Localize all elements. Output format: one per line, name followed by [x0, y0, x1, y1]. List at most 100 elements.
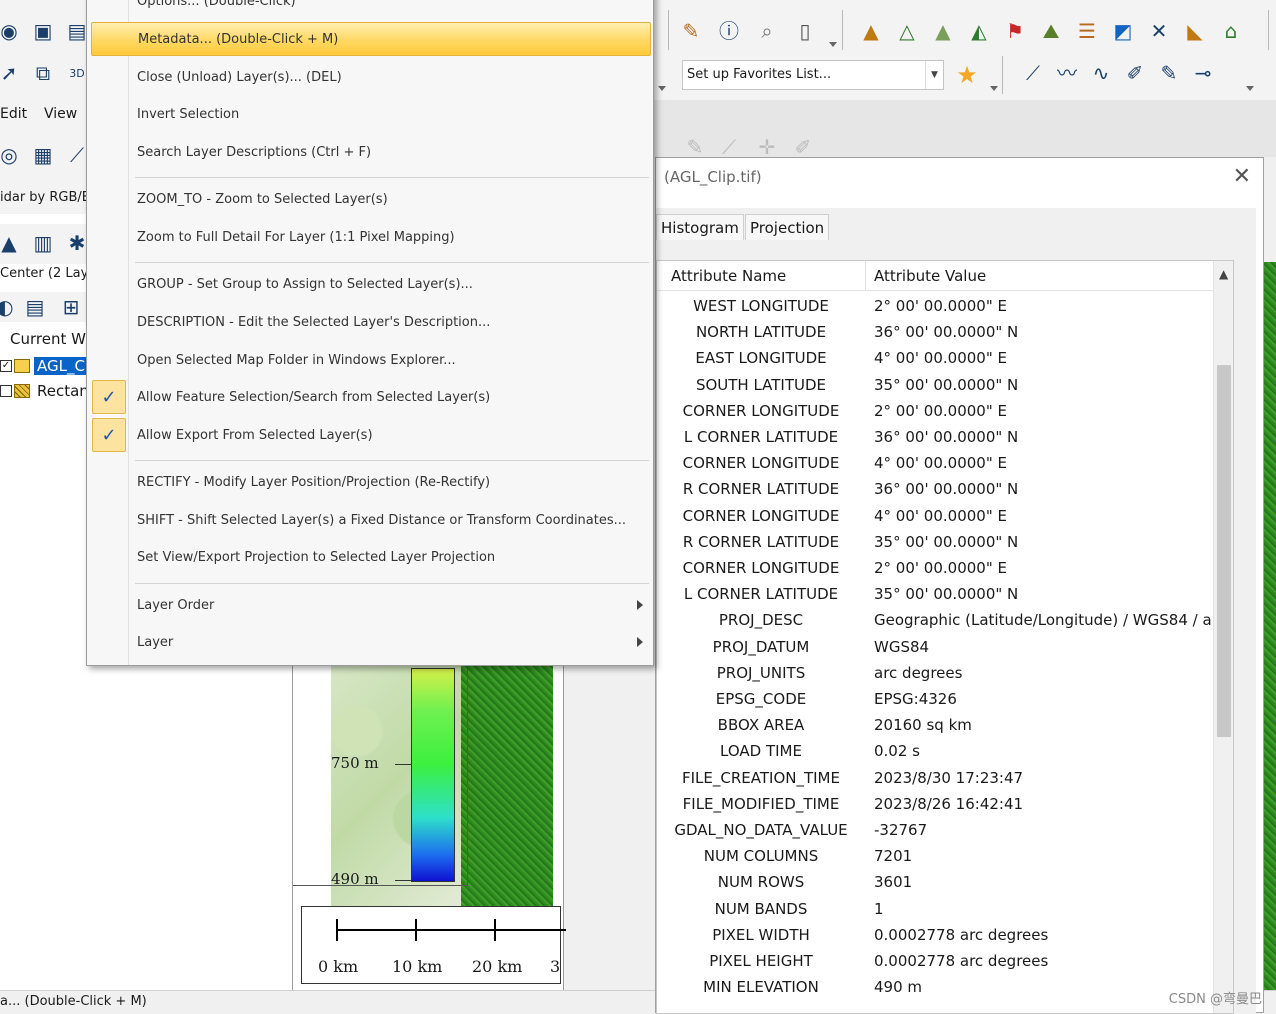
menu-item[interactable]: DESCRIPTION - Edit the Selected Layer's …	[87, 305, 653, 339]
column-header-name[interactable]: Attribute Name	[671, 267, 786, 285]
attribute-row[interactable]: NUM BANDS 1	[657, 896, 1233, 922]
close-icon[interactable]: ✕	[1233, 164, 1251, 189]
scroll-up-icon[interactable]: ▲	[1219, 267, 1228, 281]
attribute-row[interactable]: FILE_CREATION_TIME 2023/8/30 17:23:47	[657, 765, 1233, 791]
attribute-row[interactable]: PROJ_UNITS arc degrees	[657, 660, 1233, 686]
attribute-row[interactable]: CORNER LONGITUDE 2° 00' 00.0000" E	[657, 398, 1233, 424]
star-icon[interactable]: ★	[952, 60, 982, 90]
style-selector[interactable]: idar by RGB/E	[0, 190, 86, 214]
edit-line-icon[interactable]: ✐	[1120, 58, 1150, 88]
menu-item[interactable]: Close (Unload) Layer(s)... (DEL)	[87, 60, 653, 94]
menu-item[interactable]: Layer	[87, 625, 653, 659]
edit-terrain-icon[interactable]: ◣	[1180, 16, 1210, 46]
attribute-row[interactable]: CORNER LONGITUDE 4° 00' 00.0000" E	[657, 503, 1233, 529]
menu-view[interactable]: View	[44, 106, 77, 122]
search-doc-icon[interactable]: ⌕	[752, 16, 782, 46]
attribute-row[interactable]: L CORNER LATITUDE 36° 00' 00.0000" N	[657, 424, 1233, 450]
save-icon[interactable]: ▣	[28, 16, 58, 46]
attribute-row[interactable]: NUM ROWS 3601	[657, 869, 1233, 895]
menu-item[interactable]: ZOOM_TO - Zoom to Selected Layer(s)	[87, 182, 653, 216]
attribute-row[interactable]: PIXEL HEIGHT 0.0002778 arc degrees	[657, 948, 1233, 974]
globe-icon[interactable]: ◉	[0, 16, 24, 46]
attribute-row[interactable]: GDAL_NO_DATA_VALUE -32767	[657, 817, 1233, 843]
attribute-row[interactable]: MIN ELEVATION 490 m	[657, 974, 1233, 1000]
flag-icon[interactable]: ⚑	[1000, 16, 1030, 46]
info-icon[interactable]: ⓘ	[714, 16, 744, 46]
attribute-row[interactable]: LOAD TIME 0.02 s	[657, 738, 1233, 764]
tab-histogram[interactable]: Histogram	[656, 214, 744, 240]
menu-item[interactable]: Zoom to Full Detail For Layer (1:1 Pixel…	[87, 220, 653, 254]
tab-projection[interactable]: Projection	[745, 214, 830, 240]
select-icon[interactable]: ⧉	[28, 58, 58, 88]
attribute-value: 0.0002778 arc degrees	[874, 952, 1049, 970]
menu-item[interactable]: RECTIFY - Modify Layer Position/Projecti…	[87, 465, 653, 499]
layers-icon[interactable]: ☰	[1072, 16, 1102, 46]
menu-item[interactable]: Set View/Export Projection to Selected L…	[87, 540, 653, 574]
menu-item[interactable]: Allow Feature Selection/Search from Sele…	[87, 380, 653, 414]
ruler-icon[interactable]: ✎	[676, 16, 706, 46]
terrain-icon[interactable]: ▲	[0, 228, 24, 258]
scale-label: 10 km	[392, 957, 443, 976]
attribute-row[interactable]: FILE_MODIFIED_TIME 2023/8/26 16:42:41	[657, 791, 1233, 817]
favorites-select[interactable]: Set up Favorites List... ▼	[682, 60, 944, 90]
watershed-icon[interactable]: ▲	[928, 16, 958, 46]
building-icon[interactable]: ▥	[28, 228, 58, 258]
draw-curve-icon[interactable]: ∿	[1086, 58, 1116, 88]
profile-icon[interactable]: ⛰	[1036, 16, 1066, 46]
map-icon[interactable]: ◩	[1108, 16, 1138, 46]
menu-item[interactable]: Metadata... (Double-Click + M)	[91, 22, 651, 56]
attribute-row[interactable]: BBOX AREA 20160 sq km	[657, 712, 1233, 738]
device-icon[interactable]: ▯	[790, 16, 820, 46]
attribute-row[interactable]: CORNER LONGITUDE 4° 00' 00.0000" E	[657, 450, 1233, 476]
attribute-row[interactable]: NUM COLUMNS 7201	[657, 843, 1233, 869]
layer-checkbox[interactable]: ✓	[0, 360, 12, 372]
terrain-analysis-icon[interactable]: ▲	[856, 16, 886, 46]
attribute-name: CORNER LONGITUDE	[682, 559, 840, 577]
menu-item[interactable]: Invert Selection	[87, 97, 653, 131]
attribute-row[interactable]: NORTH LATITUDE 36° 00' 00.0000" N	[657, 319, 1233, 345]
menu-item[interactable]: Allow Export From Selected Layer(s)	[87, 418, 653, 452]
viewshed-icon[interactable]: ◭	[964, 16, 994, 46]
menu-item[interactable]: Search Layer Descriptions (Ctrl + F)	[87, 135, 653, 169]
menu-item[interactable]: Options... (Double-Click)	[87, 0, 653, 18]
menu-item[interactable]: SHIFT - Shift Selected Layer(s) a Fixed …	[87, 503, 653, 537]
house-icon[interactable]: ⌂	[1216, 16, 1246, 46]
draw-line-icon[interactable]: ⟋	[1018, 58, 1048, 88]
table-icon[interactable]: ▤	[20, 292, 50, 322]
menu-item[interactable]: GROUP - Set Group to Assign to Selected …	[87, 267, 653, 301]
contour-icon[interactable]: △	[892, 16, 922, 46]
attribute-row[interactable]: WEST LONGITUDE 2° 00' 00.0000" E	[657, 293, 1233, 319]
scroll-thumb[interactable]	[1217, 365, 1231, 737]
map-view[interactable]: 750 m 490 m 0 km 10 km 20 km 3	[292, 655, 566, 992]
menu-item[interactable]: Open Selected Map Folder in Windows Expl…	[87, 343, 653, 377]
menu-item[interactable]: Layer Order	[87, 588, 653, 622]
attribute-row[interactable]: R CORNER LATITUDE 35° 00' 00.0000" N	[657, 529, 1233, 555]
layer-add-icon[interactable]: ⊞	[56, 292, 86, 322]
chevron-down-icon[interactable]: ▼	[925, 61, 943, 89]
draw-path-icon[interactable]: 〰	[1052, 58, 1082, 88]
cross-tools-icon[interactable]: ✕	[1144, 16, 1174, 46]
attribute-row[interactable]: L CORNER LATITUDE 35° 00' 00.0000" N	[657, 581, 1233, 607]
menu-edit[interactable]: Edit	[0, 106, 27, 122]
attribute-row[interactable]: R CORNER LATITUDE 36° 00' 00.0000" N	[657, 476, 1233, 502]
column-header-value[interactable]: Attribute Value	[874, 267, 986, 285]
attribute-name: WEST LONGITUDE	[693, 297, 829, 315]
attribute-row[interactable]: PROJ_DESC Geographic (Latitude/Longitude)…	[657, 607, 1233, 633]
attribute-row[interactable]: PIXEL WIDTH 0.0002778 arc degrees	[657, 922, 1233, 948]
attribute-value: -32767	[874, 821, 928, 839]
vertical-scrollbar[interactable]: ▲	[1213, 261, 1233, 1013]
grid-icon[interactable]: ▦	[28, 140, 58, 170]
layer-row[interactable]: ✓ AGL_Cli	[0, 354, 97, 378]
target-icon[interactable]: ◎	[0, 140, 24, 170]
attribute-row[interactable]: PROJ_DATUM WGS84	[657, 634, 1233, 660]
attribute-row[interactable]: EAST LONGITUDE 4° 00' 00.0000" E	[657, 345, 1233, 371]
arrow-icon[interactable]: ◐	[0, 292, 20, 322]
layer-checkbox[interactable]	[0, 385, 12, 397]
pointer-icon[interactable]: ➚	[0, 58, 24, 88]
attribute-row[interactable]: CORNER LONGITUDE 2° 00' 00.0000" E	[657, 555, 1233, 581]
attribute-row[interactable]: SOUTH LATITUDE 35° 00' 00.0000" N	[657, 372, 1233, 398]
attribute-row[interactable]: EPSG_CODE EPSG:4326	[657, 686, 1233, 712]
layer-control-toolbar: ◐ ▤ ⊞	[0, 292, 86, 322]
node-icon[interactable]: ⊸	[1188, 58, 1218, 88]
pen-icon[interactable]: ✎	[1154, 58, 1184, 88]
